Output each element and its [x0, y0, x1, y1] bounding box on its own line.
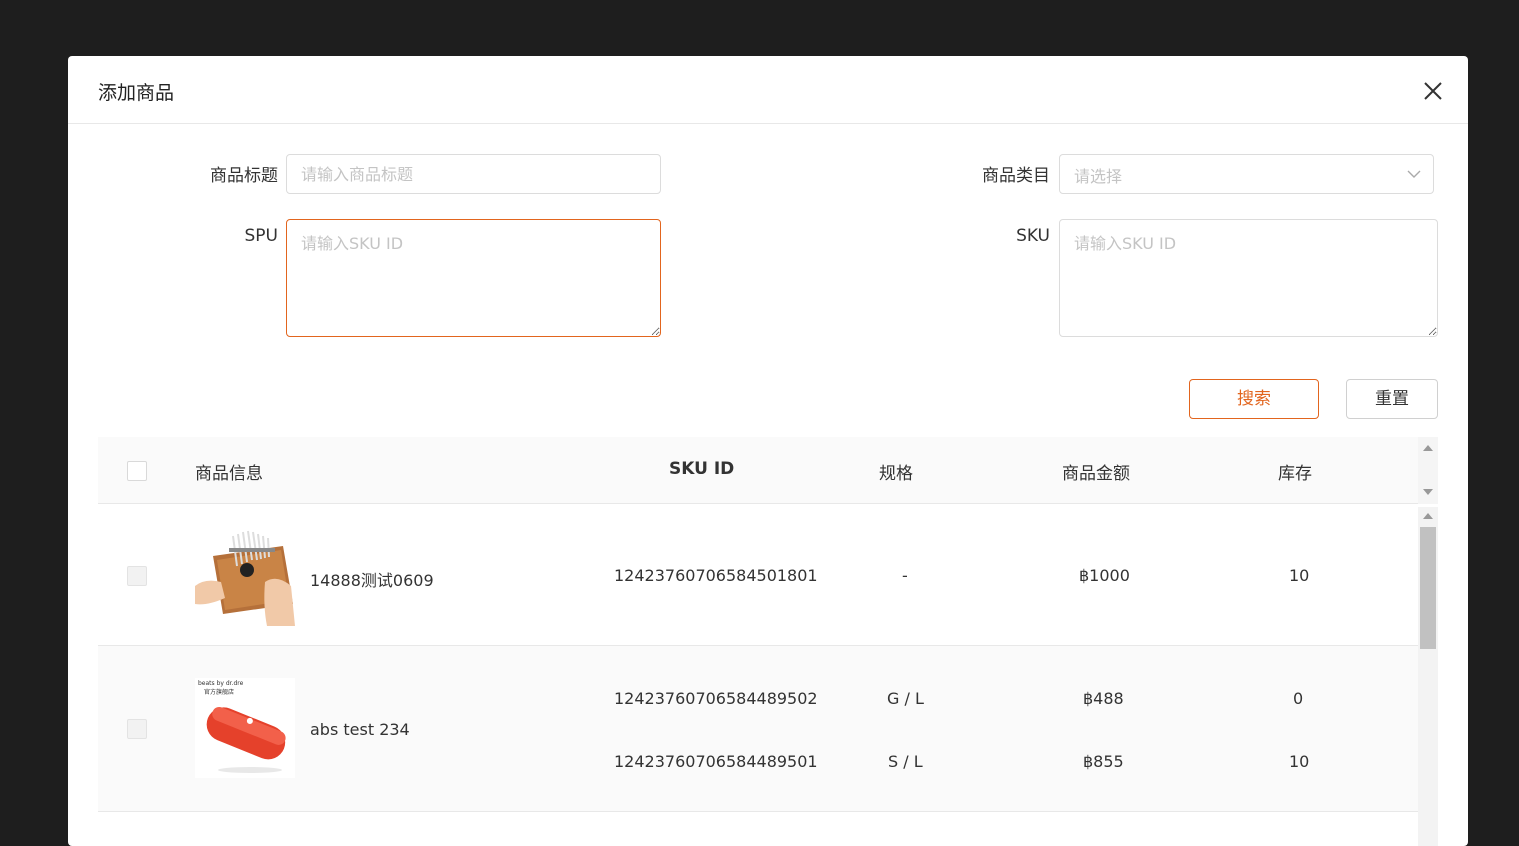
product-title-input[interactable] [286, 154, 661, 194]
sku-label: SKU [1016, 226, 1050, 246]
sku-textarea[interactable] [1059, 219, 1438, 337]
header-product-info: 商品信息 [195, 464, 263, 484]
spu-textarea[interactable] [286, 219, 661, 337]
spec-cell: S / L [888, 752, 923, 771]
category-select-placeholder: 请选择 [1074, 167, 1123, 186]
header-spec: 规格 [879, 464, 913, 484]
table-row: 14888测试0609 1242376070658450180​1 - ฿100… [98, 505, 1418, 646]
product-category-label: 商品类目 [982, 166, 1050, 186]
product-table: 商品信息 SKU ID 规格 商品金额 库存 14888测试0609 12423… [98, 437, 1438, 846]
sku-id-cell: 1242376070658448950​2 [614, 689, 818, 708]
add-product-modal: 添加商品 商品标题 商品类目 请选择 SPU SKU 搜索 重置 商品信息 SK… [68, 56, 1468, 846]
modal-title: 添加商品 [98, 82, 175, 104]
spec-cell: - [902, 566, 908, 585]
product-name: abs test 234 [310, 720, 410, 739]
table-row: beats by dr.dre 官方旗舰店 abs test 234 12423… [98, 646, 1418, 812]
table-body-scrollbar[interactable] [1418, 507, 1438, 846]
select-all-checkbox[interactable] [127, 461, 147, 481]
speaker-product-image: beats by dr.dre 官方旗舰店 [195, 678, 295, 778]
stock-cell: 0 [1293, 689, 1304, 708]
product-title-label: 商品标题 [210, 166, 278, 186]
product-category-select[interactable]: 请选择 [1059, 154, 1434, 194]
header-sku-id: SKU ID [669, 459, 735, 479]
reset-button[interactable]: 重置 [1346, 379, 1438, 419]
spec-cell: G / L [887, 689, 924, 708]
sku-id-cell: 1242376070658450180​1 [614, 566, 818, 585]
product-name: 14888测试0609 [310, 571, 434, 590]
price-cell: ฿1000 [1079, 566, 1130, 585]
modal-header: 添加商品 [68, 56, 1468, 124]
stock-cell: 10 [1289, 566, 1310, 585]
header-stock: 库存 [1278, 464, 1312, 484]
scrollbar-thumb[interactable] [1420, 527, 1436, 649]
table-header: 商品信息 SKU ID 规格 商品金额 库存 [98, 437, 1418, 504]
scroll-up-arrow-icon[interactable] [1423, 513, 1433, 519]
search-button[interactable]: 搜索 [1189, 379, 1319, 419]
spu-label: SPU [244, 226, 279, 246]
sku-id-cell: 1242376070658448950​1 [614, 752, 818, 771]
stock-cell: 10 [1289, 752, 1310, 771]
price-cell: ฿488 [1083, 689, 1124, 708]
row-checkbox[interactable] [127, 719, 147, 739]
kalimba-product-image [195, 526, 295, 626]
row-checkbox[interactable] [127, 566, 147, 586]
chevron-down-icon [1407, 170, 1421, 178]
scroll-up-arrow-icon[interactable] [1423, 445, 1433, 451]
scroll-down-arrow-icon[interactable] [1423, 489, 1433, 495]
header-amount: 商品金额 [1062, 464, 1130, 484]
price-cell: ฿855 [1083, 752, 1124, 771]
header-scrollbar[interactable] [1418, 437, 1438, 504]
close-icon[interactable] [1422, 80, 1444, 102]
